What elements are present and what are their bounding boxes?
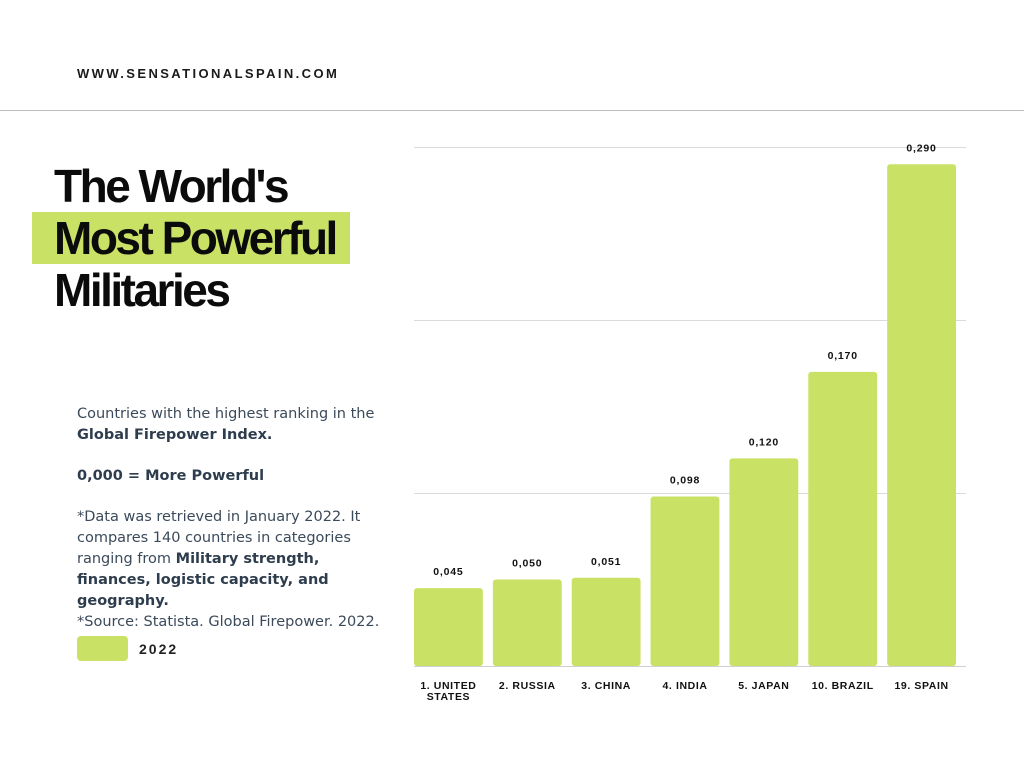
bar-5 [808,371,878,666]
bar-chart: 0,045 1. UNITED STATES 0,050 2. RUSSIA 0,051 3… [414,142,966,703]
bar-0 [414,588,483,666]
category-label-1: 2. RUSSIA [499,680,556,692]
category-label-3: 4. INDIA [662,680,707,692]
value-label-6: 0,290 [906,142,936,154]
bar-2 [571,577,641,666]
value-label-1: 0,050 [512,558,542,570]
value-label-5: 0,170 [828,350,858,362]
category-label-6: 19. SPAIN [894,680,948,692]
category-label-5: 10. BRAZIL [812,680,874,692]
bar-6 [887,164,956,667]
value-label-3: 0,098 [670,474,700,486]
category-label-4: 5. JAPAN [738,680,789,692]
bar-3 [650,496,720,666]
category-label-0: 1. UNITED STATES [420,680,476,703]
bar-1 [492,579,562,666]
category-label-2: 3. CHINA [581,680,631,692]
bar-4 [729,458,799,666]
value-label-0: 0,045 [433,566,463,578]
value-label-2: 0,051 [591,556,621,568]
value-label-4: 0,120 [749,436,779,448]
